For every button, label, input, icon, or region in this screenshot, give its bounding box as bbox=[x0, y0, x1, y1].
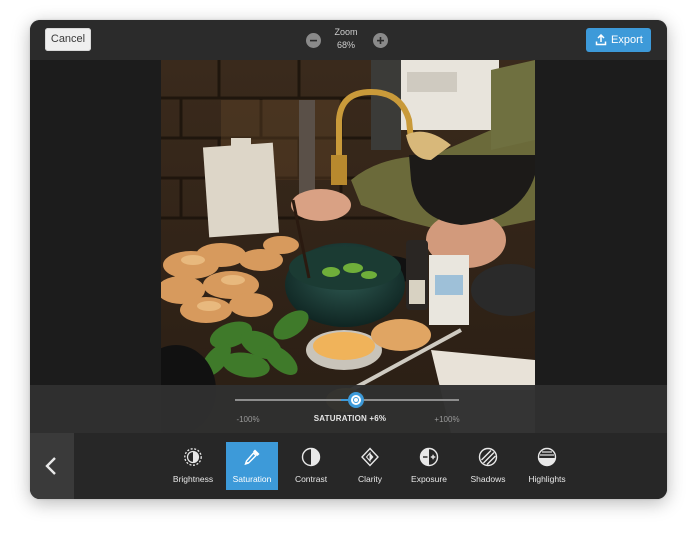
zoom-value: 68% bbox=[336, 40, 355, 50]
kitchen-photo-image bbox=[161, 60, 535, 433]
tool-brightness[interactable]: Brightness bbox=[167, 442, 219, 490]
export-button[interactable]: Export bbox=[586, 28, 651, 52]
tool-label: Brightness bbox=[172, 474, 214, 484]
tool-clarity[interactable]: Clarity bbox=[344, 442, 396, 490]
adjustment-slider-bar: -100% SATURATION +6% +100% bbox=[30, 385, 667, 433]
slider-thumb[interactable] bbox=[348, 392, 364, 408]
top-bar: Cancel Zoom 68% Export bbox=[30, 20, 667, 60]
plus-icon bbox=[377, 37, 384, 44]
zoom-out-button[interactable] bbox=[306, 33, 321, 48]
edited-photo bbox=[161, 60, 535, 433]
editor-window: Cancel Zoom 68% Export -100% SATURATION … bbox=[30, 20, 667, 499]
upload-icon bbox=[595, 34, 607, 46]
back-button[interactable] bbox=[30, 433, 74, 499]
slider-min-label: -100% bbox=[236, 415, 260, 424]
slider-value-label: SATURATION +6% bbox=[313, 414, 387, 423]
cancel-button[interactable]: Cancel bbox=[45, 28, 91, 51]
minus-icon bbox=[310, 39, 317, 42]
slider-max-label: +100% bbox=[434, 415, 460, 424]
exposure-icon bbox=[419, 447, 439, 467]
tool-exposure[interactable]: Exposure bbox=[403, 442, 455, 490]
tool-label: Exposure bbox=[411, 474, 447, 484]
image-canvas bbox=[30, 60, 667, 433]
tool-highlights[interactable]: Highlights bbox=[521, 442, 573, 490]
tool-label: Contrast bbox=[294, 474, 328, 484]
eyedropper-icon bbox=[244, 449, 260, 466]
brightness-icon bbox=[184, 448, 202, 466]
zoom-label: Zoom bbox=[334, 27, 358, 37]
tool-label: Highlights bbox=[528, 474, 566, 484]
tool-label: Clarity bbox=[357, 474, 383, 484]
contrast-icon bbox=[301, 447, 321, 467]
tool-label: Shadows bbox=[470, 474, 506, 484]
chevron-left-icon bbox=[45, 457, 56, 475]
tool-label: Saturation bbox=[232, 474, 272, 484]
tool-saturation[interactable]: Saturation bbox=[226, 442, 278, 490]
zoom-in-button[interactable] bbox=[373, 33, 388, 48]
tool-contrast[interactable]: Contrast bbox=[285, 442, 337, 490]
shadows-icon bbox=[478, 447, 498, 467]
highlights-icon bbox=[537, 447, 557, 467]
adjustment-toolbar: Brightness Saturation Contrast Clarity E… bbox=[30, 433, 667, 499]
clarity-icon bbox=[361, 447, 379, 467]
export-label: Export bbox=[611, 34, 643, 46]
tool-shadows[interactable]: Shadows bbox=[462, 442, 514, 490]
